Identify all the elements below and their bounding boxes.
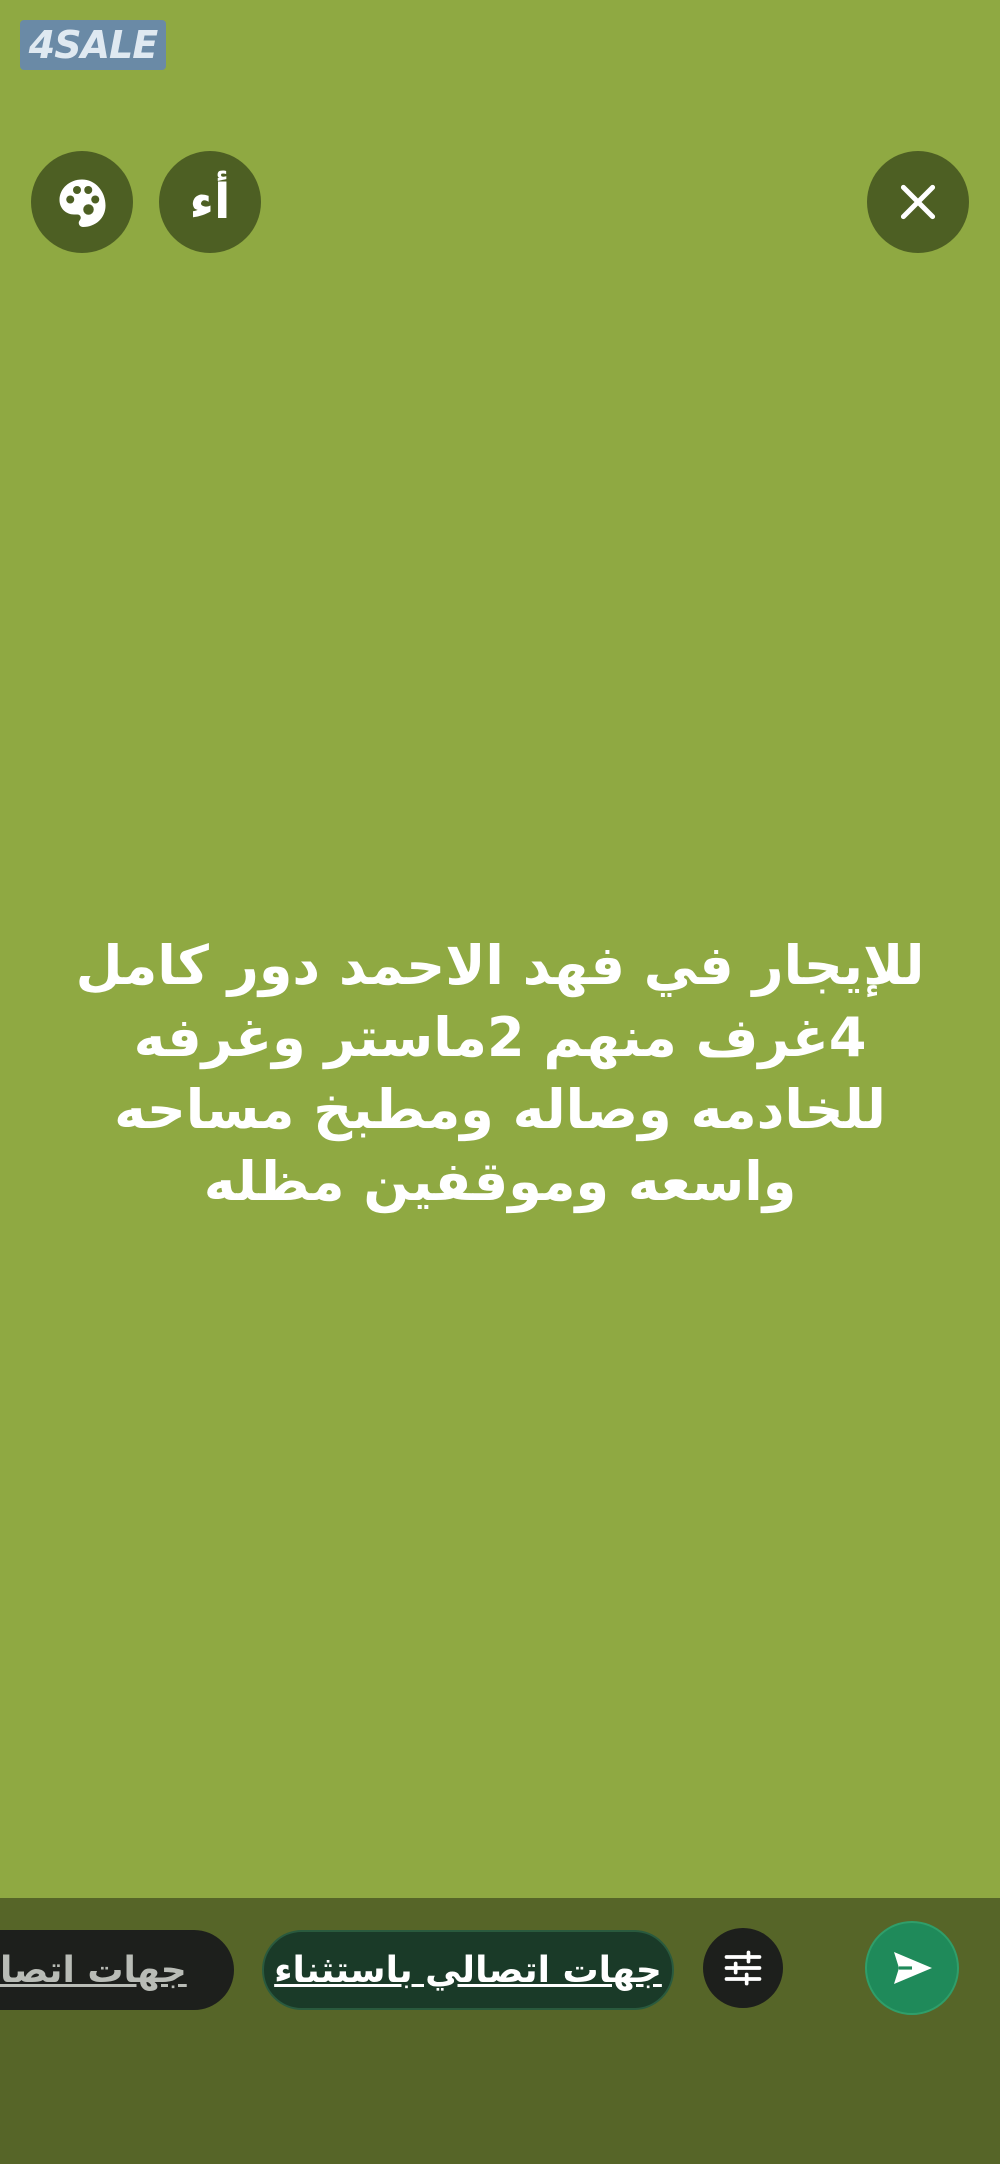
color-palette-button[interactable] (31, 151, 133, 253)
font-style-button[interactable]: أء (159, 151, 261, 253)
watermark-text: 4SALE (28, 23, 158, 67)
audience-except-label: جهات اتصالي باستثناء (274, 1949, 662, 1991)
audience-contacts-label: جهات اتصالي (0, 1949, 187, 1991)
story-composer: 4SALE أء للإيجار في فهد الاحمد دور كامل … (0, 0, 1000, 2164)
font-style-label: أء (189, 174, 231, 230)
send-button[interactable] (865, 1921, 959, 2015)
close-icon (900, 184, 936, 220)
close-button[interactable] (867, 151, 969, 253)
palette-icon (59, 179, 106, 227)
watermark-logo: 4SALE (20, 20, 166, 70)
sliders-icon (724, 1950, 762, 1986)
send-icon (894, 1952, 932, 1984)
audience-contacts-button[interactable]: جهات اتصالي (0, 1930, 234, 2010)
story-text[interactable]: للإيجار في فهد الاحمد دور كامل 4غرف منهم… (60, 930, 940, 1218)
audience-settings-button[interactable] (703, 1928, 783, 2008)
audience-except-button[interactable]: جهات اتصالي باستثناء (262, 1930, 674, 2010)
